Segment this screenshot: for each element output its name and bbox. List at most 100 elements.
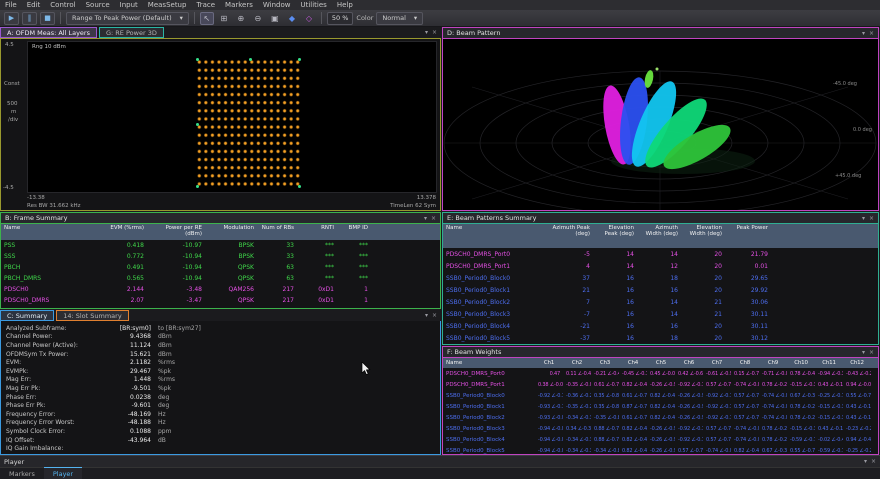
menu-item[interactable]: Edit [22,0,46,10]
close-icon[interactable]: × [431,215,436,222]
close-icon[interactable]: × [871,458,876,465]
constellation-plot[interactable]: Rng 10 dBm [27,41,437,193]
beam-pattern-3d[interactable]: -45.0 deg 0.0 deg +45.0 deg [443,39,878,210]
table-row[interactable]: SSS0.772 -10.94BPSK 33*** *** [1,251,440,262]
table-row[interactable]: SSB0_Period0_Block0 -0.92 ∠-0.13-0.36 ∠-… [443,390,878,401]
column-header[interactable]: Ch5 [647,359,675,367]
zoom-area-icon[interactable]: ⊞ [217,12,231,25]
column-header[interactable]: Azimuth Peak (deg) [549,224,593,239]
panel-menu-icon[interactable]: ▾ [862,30,865,37]
panel-menu-icon[interactable]: ▾ [425,29,428,36]
menu-item[interactable]: MeasSetup [143,0,192,10]
tab-ofdm-meas-all-layers[interactable]: A: OFDM Meas: All Layers [0,27,97,38]
summary-row: Phase Err Pk: -9.601 deg [1,401,440,410]
panel-menu-icon[interactable]: ▾ [864,458,867,465]
table-row[interactable]: SSB0_Period0_Block037 1618 2029.65 [443,272,878,284]
table-row[interactable]: SSB0_Period0_Block3-7 1614 2130.11 [443,308,878,320]
panel-menu-icon[interactable]: ▾ [862,349,865,356]
menu-item[interactable]: File [0,0,22,10]
table-row[interactable]: PBCH0.491 -10.94QPSK 63*** *** [1,262,440,273]
table-row[interactable]: SSB0_Period0_Block27 1614 2130.06 [443,296,878,308]
close-icon[interactable]: × [432,312,437,319]
column-header[interactable]: Elevation Width (deg) [681,224,725,239]
panel-menu-icon[interactable]: ▾ [862,215,865,222]
column-header[interactable]: Power per RE (dBm) [147,224,205,240]
tab-re-power-3d[interactable]: G: RE Power 3D [99,27,164,38]
column-header[interactable]: Name [443,359,535,367]
zoom-in-icon[interactable]: ⊕ [234,12,248,25]
menu-item[interactable]: Window [258,0,296,10]
column-header[interactable]: Ch10 [787,359,815,367]
table-row[interactable]: PDSCH0_DMRS_Port0-5 1414 2021.79 [443,248,878,260]
table-row[interactable]: PDSCH0_DMRS_Port0 0.470.11 ∠-0.44 -0.21 … [443,368,878,379]
menu-item[interactable]: Markers [220,0,258,10]
column-header[interactable]: EVM (%rms) [101,224,147,240]
column-header[interactable]: Ch4 [619,359,647,367]
close-icon[interactable]: × [869,30,874,37]
tab-summary[interactable]: C: Summary [0,310,54,321]
zoom-percent-field[interactable]: 50 % [327,12,354,25]
column-header[interactable]: Ch9 [759,359,787,367]
player-panel[interactable]: Player ▾ × [0,455,880,467]
table-row[interactable]: SSB0_Period0_Block4 -0.94 ∠-0.05-0.34 ∠-… [443,434,878,445]
pause-icon[interactable]: ‖ [22,12,37,25]
table-row[interactable]: SSB0_Period0_Block4-21 1616 2030.11 [443,320,878,332]
menu-item[interactable]: Utilities [295,0,331,10]
marker-icon[interactable]: ◆ [285,12,299,25]
table-row[interactable]: SSB0_Period0_Block5-37 1618 2030.12 [443,332,878,344]
menu-item[interactable]: Control [45,0,80,10]
close-icon[interactable]: × [869,215,874,222]
table-row[interactable]: PSS0.418 -10.97BPSK 33*** *** [1,240,440,251]
range-dropdown[interactable]: Range To Peak Power (Default) ▾ [66,12,189,25]
table-row[interactable]: PDSCH0_DMRS_Port1 0.38 ∠-0.05-0.35 ∠-0.0… [443,379,878,390]
column-header[interactable]: Modulation [205,224,257,240]
column-header[interactable]: Num of RBs [257,224,297,240]
column-header[interactable]: Name [443,224,549,232]
table-row[interactable]: PDSCH0_DMRS_Port14 1412 200.01 [443,260,878,272]
menu-item[interactable]: Help [332,0,358,10]
table-row[interactable]: SSB0_Period0_Block121 1616 2029.92 [443,284,878,296]
color-mode-dropdown[interactable]: Normal ▾ [376,12,423,25]
close-icon[interactable]: × [869,349,874,356]
tab-slot-summary[interactable]: 14: Slot Summary [56,310,128,321]
panel-menu-icon[interactable]: ▾ [424,215,427,222]
pointer-icon[interactable]: ↖ [200,12,214,25]
column-header[interactable]: Ch2 [563,359,591,367]
table-row[interactable]: SSB0_Period0_Block3 -0.94 ∠-0.050.34 ∠-0… [443,423,878,434]
autoscale-icon[interactable]: ▣ [268,12,282,25]
close-icon[interactable]: × [432,29,437,36]
table-row[interactable]: SSB0_Period0_Block2 -0.93 ∠-0.05-0.34 ∠-… [443,412,878,423]
beam-patterns-summary-titlebar[interactable]: E: Beam Patterns Summary ▾ × [443,213,878,224]
beam-weights-titlebar[interactable]: F: Beam Weights ▾ × [443,347,878,358]
stop-icon[interactable]: ■ [40,12,55,25]
table-row[interactable]: PBCH_DMRS0.565 -10.94QPSK 63*** *** [1,273,440,284]
column-header[interactable]: Elevation Peak (deg) [593,224,637,239]
tab-player[interactable]: Player [44,467,82,479]
column-header[interactable]: Azimuth Width (deg) [637,224,681,239]
table-row[interactable]: SSB0_Period0_Block1 -0.93 ∠-0.15-0.35 ∠-… [443,401,878,412]
table-row[interactable]: PDSCH02.144 -3.48QAM256 2170xD1 1 [1,284,440,295]
column-header[interactable]: Ch6 [675,359,703,367]
column-header[interactable]: BMP ID [337,224,371,240]
panel-menu-icon[interactable]: ▾ [425,312,428,319]
column-header[interactable]: Ch1 [535,359,563,367]
zoom-out-icon[interactable]: ⊖ [251,12,265,25]
marker-delta-icon[interactable]: ◇ [302,12,316,25]
menu-item[interactable]: Trace [191,0,220,10]
table-row[interactable]: PDSCH0_DMRS2.07 -3.47QPSK 2170xD1 1 [1,295,440,306]
column-header[interactable]: Ch12 [843,359,871,367]
column-header[interactable]: Name [1,224,101,240]
frame-summary-titlebar[interactable]: B: Frame Summary ▾ × [1,213,440,224]
column-header[interactable]: Ch3 [591,359,619,367]
restart-icon[interactable]: ▶ [4,12,19,25]
column-header[interactable]: RNTI [297,224,337,240]
beam-pattern-titlebar[interactable]: D: Beam Pattern ▾ × [443,28,878,39]
summary-label: EVM: [1,359,97,366]
menu-item[interactable]: Source [81,0,115,10]
column-header[interactable]: Ch8 [731,359,759,367]
column-header[interactable]: Peak Power [725,224,771,232]
column-header[interactable]: Ch7 [703,359,731,367]
tab-markers[interactable]: Markers [0,468,44,479]
column-header[interactable]: Ch11 [815,359,843,367]
menu-item[interactable]: Input [115,0,143,10]
